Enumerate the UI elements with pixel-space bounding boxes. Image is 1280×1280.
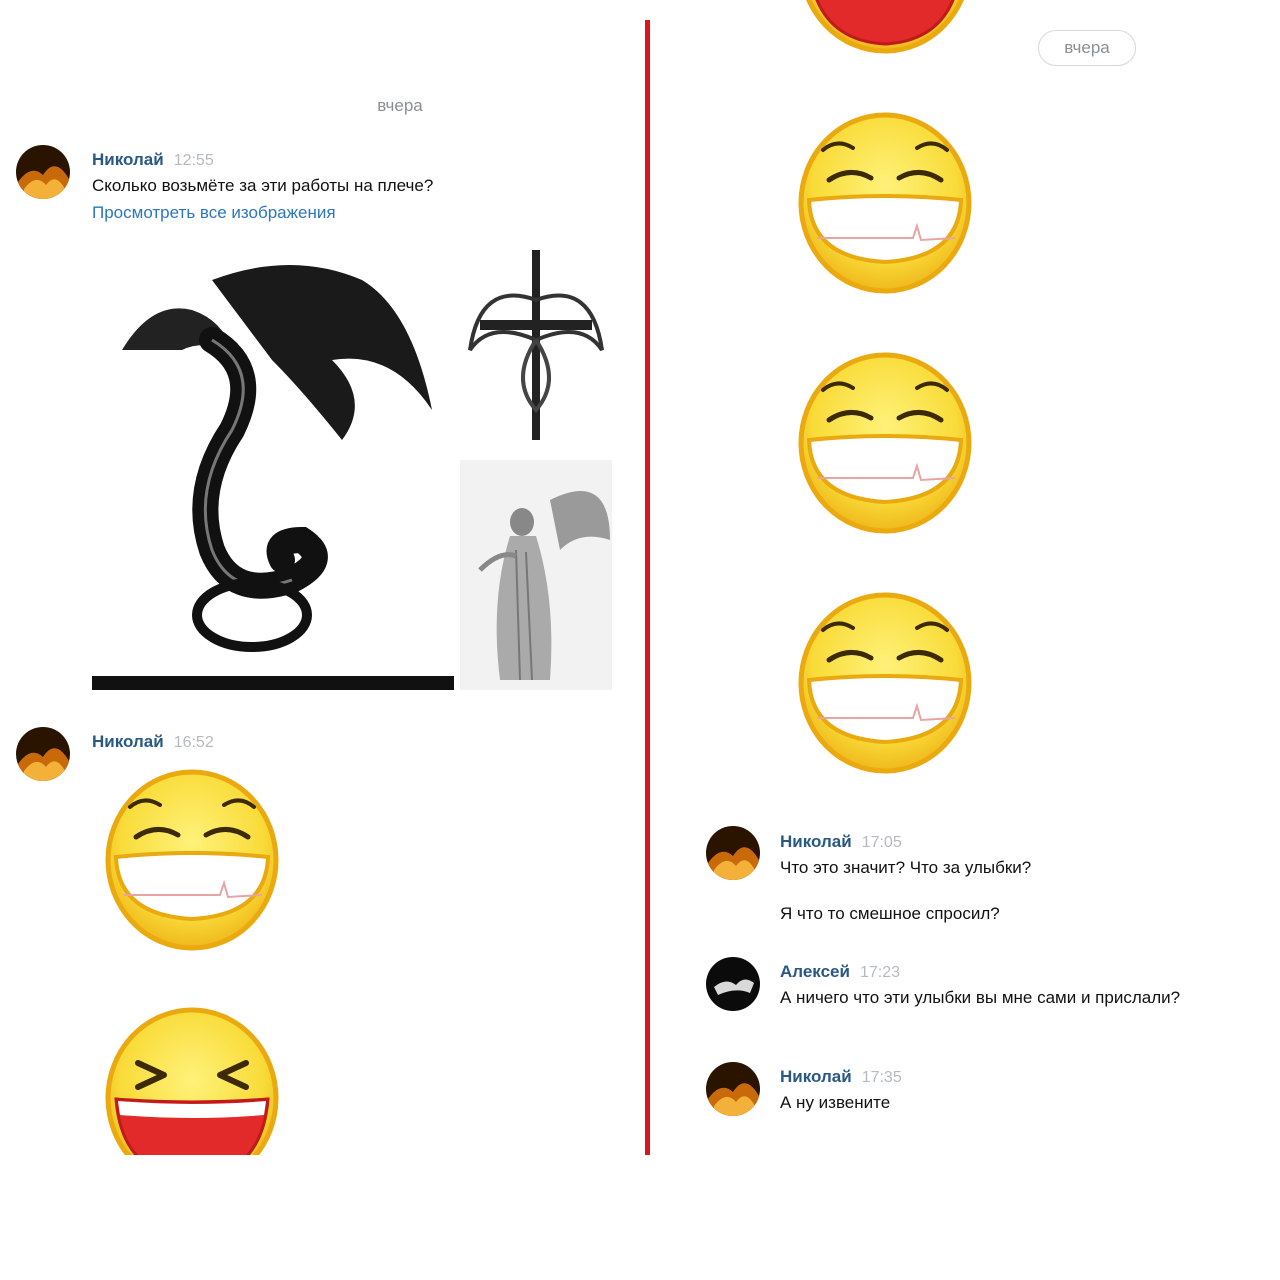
message-time: 17:35 (861, 1069, 902, 1086)
message-time: 17:23 (859, 964, 900, 981)
message-text: А ничего что эти улыбки вы мне сами и пр… (780, 988, 1181, 1007)
dragon-tattoo-image[interactable] (92, 240, 454, 690)
message-text: Я что то смешное спросил? (780, 904, 1000, 923)
avatar[interactable] (706, 1062, 760, 1116)
cross-dragon-tattoo-image[interactable] (460, 240, 612, 452)
message-time: 16:52 (173, 734, 214, 751)
message-header: Алексей 17:23 (780, 962, 900, 982)
message-header: Николай 17:05 (780, 832, 902, 852)
grinning-emoji (795, 108, 975, 298)
panel-divider (645, 20, 650, 1155)
grinning-emoji (795, 588, 975, 778)
author-name[interactable]: Николай (92, 150, 164, 169)
avatar[interactable] (16, 145, 70, 199)
message-time: 12:55 (173, 152, 214, 169)
author-name[interactable]: Алексей (780, 962, 850, 981)
date-separator: вчера (1038, 30, 1136, 66)
avatar[interactable] (706, 826, 760, 880)
angel-tattoo-image[interactable] (460, 460, 612, 690)
avatar-image (16, 727, 70, 781)
date-separator: вчера (377, 96, 423, 115)
avatar-image (706, 957, 760, 1011)
avatar-image (706, 826, 760, 880)
message-header: Николай 17:35 (780, 1067, 902, 1087)
message-text: Что это значит? Что за улыбки? (780, 858, 1032, 877)
avatar[interactable] (706, 957, 760, 1011)
author-name[interactable]: Николай (92, 732, 164, 751)
laughing-emoji (795, 0, 975, 58)
grinning-emoji (102, 765, 282, 955)
grinning-emoji (795, 348, 975, 538)
message-time: 17:05 (861, 834, 902, 851)
avatar[interactable] (16, 727, 70, 781)
message-text: Сколько возьмёте за эти работы на плече? (92, 176, 434, 195)
message-header: Николай 12:55 (92, 150, 214, 170)
avatar-image (16, 145, 70, 199)
view-all-images-link[interactable]: Просмотреть все изображения (92, 203, 336, 223)
author-name[interactable]: Николай (780, 832, 852, 851)
laughing-emoji (102, 1003, 282, 1155)
author-name[interactable]: Николай (780, 1067, 852, 1086)
message-header: Николай 16:52 (92, 732, 214, 752)
message-text: А ну извените (780, 1093, 891, 1112)
avatar-image (706, 1062, 760, 1116)
